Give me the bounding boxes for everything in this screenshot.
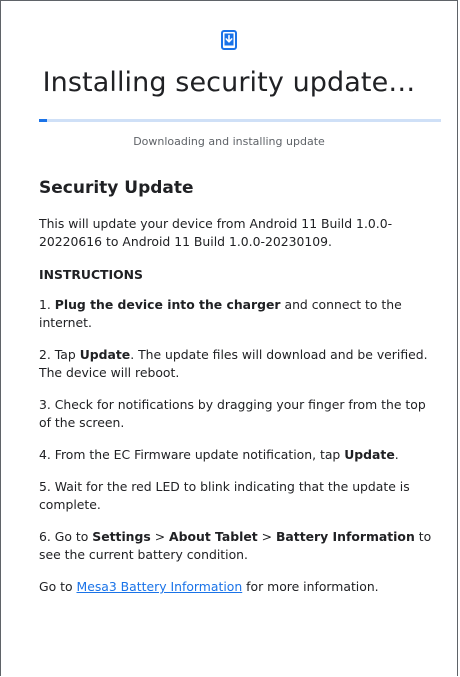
step-6-settings: Settings [92,529,151,544]
instructions-heading: INSTRUCTIONS [39,267,143,282]
content: Security Update This will update your de… [1,178,457,596]
step-3: 3. Check for notifications by dragging y… [39,397,426,430]
update-screen: Installing security update… Downloading … [0,0,458,676]
step-5: 5. Wait for the red LED to blink indicat… [39,479,410,512]
section-title: Security Update [39,178,194,198]
footer-pre: Go to [39,579,77,594]
phone-download-icon [221,30,237,50]
step-4: 4. From the EC Firmware update notificat… [39,446,440,464]
step-6-battery: Battery Information [275,529,415,544]
step-6-about: About Tablet [169,529,258,544]
step-2: 2. Tap Update. The update files will dow… [39,346,440,382]
step-2-pre: 2. Tap [39,347,80,362]
step-6-sep-2: > [257,529,276,544]
step-6: 6. Go to Settings > About Tablet > Batte… [39,528,440,564]
step-1-number: 1. [39,297,55,312]
step-4-bold: Update [344,447,395,462]
progress-fill [39,119,48,122]
step-2-bold: Update [79,347,131,362]
step-1-bold: Plug the device into the charger [54,297,281,312]
intro-text: This will update your device from Androi… [39,216,393,249]
page-title: Installing security update… [42,67,416,98]
footer-rest: for more information. [242,579,379,594]
battery-info-link[interactable]: Mesa3 Battery Information [77,579,243,594]
header: Installing security update… [1,1,457,98]
step-6-pre: 6. Go to [39,529,93,544]
progress-bar [39,119,441,122]
step-6-sep-1: > [150,529,170,544]
step-1: 1. Plug the device into the charger and … [39,296,440,332]
step-4-pre: 4. From the EC Firmware update notificat… [39,447,345,462]
step-4-rest: . [394,447,399,462]
progress-status: Downloading and installing update [133,135,325,148]
footer-line: Go to Mesa3 Battery Information for more… [39,578,440,596]
